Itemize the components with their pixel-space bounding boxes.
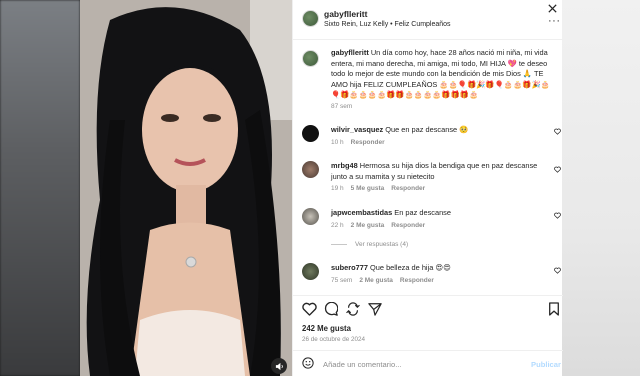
- comment-body: subero777 Que belleza de hija 😍😍: [331, 263, 546, 274]
- reply-button[interactable]: Responder: [400, 277, 434, 284]
- share-icon[interactable]: [346, 302, 360, 316]
- heart-icon[interactable]: [554, 128, 561, 135]
- author-avatar[interactable]: [302, 10, 319, 27]
- post-photo: [80, 0, 292, 376]
- like-heart-icon[interactable]: [302, 302, 317, 316]
- comment-text: Hermosa su hija dios la bendiga que en p…: [331, 161, 538, 181]
- comment-text: Que belleza de hija 😍😍: [370, 263, 451, 272]
- heart-icon[interactable]: [554, 267, 561, 274]
- close-icon: [548, 4, 557, 13]
- caption-timestamp[interactable]: 87 sem: [331, 103, 352, 110]
- send-icon[interactable]: [368, 302, 382, 316]
- comment-username[interactable]: mrbg48: [331, 161, 358, 170]
- add-comment-bar: Añade un comentario... Publicar: [293, 350, 563, 376]
- sound-button[interactable]: [271, 358, 287, 374]
- post-date[interactable]: 26 de octubre de 2024: [302, 336, 365, 343]
- likes-count[interactable]: 242 Me gusta: [302, 324, 351, 333]
- action-bar: [293, 295, 563, 321]
- comment-username[interactable]: wilvir_vasquez: [331, 125, 383, 134]
- comment-meta: 10 h Responder: [331, 139, 392, 146]
- sound-icon: [275, 362, 283, 370]
- backdrop-left: [0, 0, 80, 376]
- replies-divider: [331, 244, 347, 245]
- caption-username[interactable]: gabyflleritt: [331, 48, 369, 57]
- reply-button[interactable]: Responder: [391, 185, 425, 192]
- emoji-icon[interactable]: [302, 357, 314, 369]
- more-options-button[interactable]: ···: [548, 15, 561, 27]
- publish-button[interactable]: Publicar: [531, 360, 561, 369]
- comment-input[interactable]: Añade un comentario...: [323, 360, 402, 369]
- comment-username[interactable]: japwcembastidas: [331, 208, 392, 217]
- author-username[interactable]: gabyflleritt: [324, 9, 367, 19]
- more-icon: ···: [548, 15, 561, 27]
- comment-meta: 19 h 5 Me gusta Responder: [331, 185, 432, 192]
- heart-icon[interactable]: [554, 166, 561, 173]
- caption: gabyflleritt Un día como hoy, hace 28 añ…: [331, 48, 559, 101]
- comment-time[interactable]: 10 h: [331, 139, 344, 146]
- audio-subtitle[interactable]: Sixto Rein, Luz Kelly • Feliz Cumpleaños: [324, 21, 451, 28]
- post-header: gabyflleritt Sixto Rein, Luz Kelly • Fel…: [293, 0, 563, 40]
- comment-username[interactable]: subero777: [331, 263, 368, 272]
- comment-meta: 75 sem 2 Me gusta Responder: [331, 277, 441, 284]
- comment-text: Que en paz descanse 🥺: [385, 125, 469, 134]
- comment-time[interactable]: 75 sem: [331, 277, 352, 284]
- comment-likes[interactable]: 2 Me gusta: [359, 277, 393, 284]
- comment-body: japwcembastidas En paz descanse: [331, 208, 546, 219]
- backdrop-right: [562, 0, 640, 376]
- comment-avatar[interactable]: [302, 208, 319, 225]
- post-panel: gabyflleritt Sixto Rein, Luz Kelly • Fel…: [292, 0, 563, 376]
- comment-likes[interactable]: 2 Me gusta: [351, 222, 385, 229]
- portrait-illustration: [80, 0, 292, 376]
- comment-body: wilvir_vasquez Que en paz descanse 🥺: [331, 125, 546, 136]
- reply-button[interactable]: Responder: [351, 139, 385, 146]
- reply-button[interactable]: Responder: [391, 222, 425, 229]
- comment-avatar[interactable]: [302, 161, 319, 178]
- caption-avatar[interactable]: [302, 50, 319, 67]
- comment-time[interactable]: 19 h: [331, 185, 344, 192]
- comment-meta: 22 h 2 Me gusta Responder: [331, 222, 432, 229]
- bookmark-icon[interactable]: [548, 302, 560, 316]
- heart-icon[interactable]: [554, 212, 561, 219]
- comment-text: En paz descanse: [394, 208, 451, 217]
- comment-avatar[interactable]: [302, 263, 319, 280]
- view-replies-button[interactable]: Ver respuestas (4): [331, 241, 408, 248]
- comment-avatar[interactable]: [302, 125, 319, 142]
- comment-likes[interactable]: 5 Me gusta: [351, 185, 385, 192]
- comment-icon[interactable]: [324, 302, 338, 316]
- comment-body: mrbg48 Hermosa su hija dios la bendiga q…: [331, 161, 546, 182]
- view-replies-label: Ver respuestas (4): [355, 241, 409, 248]
- comment-time[interactable]: 22 h: [331, 222, 344, 229]
